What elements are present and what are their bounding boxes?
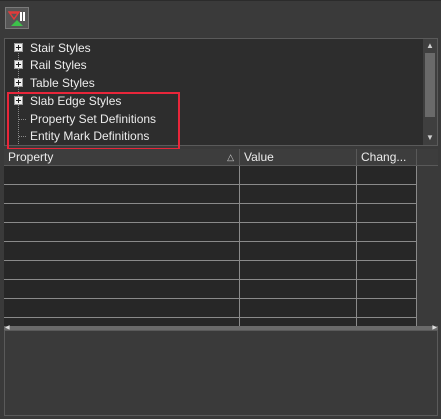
scrollbar-thumb[interactable] <box>425 53 435 117</box>
tree-item-label: Property Set Definitions <box>30 112 157 126</box>
property-grid-body[interactable] <box>4 166 417 326</box>
expand-plus-icon[interactable] <box>14 96 23 105</box>
column-header-change[interactable]: Chang... <box>357 149 417 165</box>
expand-plus-icon[interactable] <box>14 60 23 69</box>
column-header-property[interactable]: Property △ <box>4 149 240 165</box>
toolbar <box>0 0 441 36</box>
column-header-value[interactable]: Value <box>240 149 357 165</box>
column-header-label: Chang... <box>361 150 407 164</box>
description-panel <box>4 330 438 416</box>
expand-plus-icon[interactable] <box>14 43 23 52</box>
sort-ascending-icon: △ <box>227 152 234 162</box>
definitions-tree[interactable]: Stair Styles Rail Styles Table Styles Sl… <box>4 38 438 146</box>
column-divider <box>239 166 240 326</box>
column-header-label: Property <box>8 150 54 164</box>
grid-side-gutter <box>417 166 438 326</box>
tree-item-label: Entity Mark Definitions <box>30 129 150 143</box>
tree-item-label: Rail Styles <box>30 58 87 72</box>
filter-clear-button[interactable] <box>5 7 29 29</box>
column-header-label: Value <box>244 150 274 164</box>
filter-clear-icon <box>8 11 25 26</box>
tree-connector-branch <box>19 136 27 137</box>
tree-item-label: Table Styles <box>30 76 95 90</box>
tree-item-label: Slab Edge Styles <box>30 94 122 108</box>
property-grid-header: Property △ Value Chang... <box>4 149 438 166</box>
tree-connector-branch <box>19 119 27 120</box>
column-divider <box>356 166 357 326</box>
tree-vertical-scrollbar[interactable]: ▲ ▼ <box>423 39 437 145</box>
expand-plus-icon[interactable] <box>14 78 23 87</box>
tree-item-label: Stair Styles <box>30 41 91 55</box>
scroll-up-arrow-icon[interactable]: ▲ <box>423 39 437 53</box>
scroll-down-arrow-icon[interactable]: ▼ <box>423 131 437 145</box>
